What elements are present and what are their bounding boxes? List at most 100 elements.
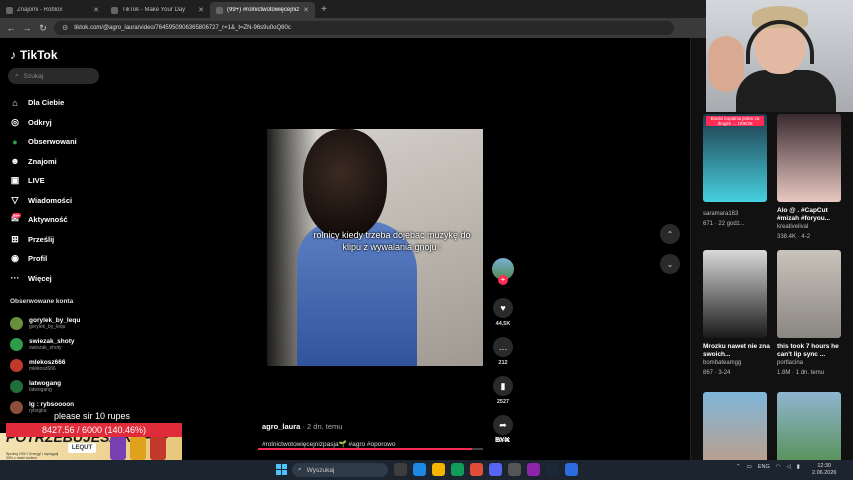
clock-time: 12:30	[817, 463, 832, 469]
recommended-video-title[interactable]: this took 7 hours he can't lip sync ...	[777, 343, 845, 359]
menu-item-more[interactable]: ··· Więcej	[10, 269, 77, 289]
recommended-video-thumbnail[interactable]	[703, 250, 767, 338]
tray-chevron-icon[interactable]: ⌃	[736, 464, 741, 470]
ad-code: LEQUT	[68, 443, 96, 453]
progress-fill	[258, 448, 472, 450]
recommended-video-user[interactable]: kreativelival	[777, 224, 808, 230]
back-arrow-icon[interactable]: ←	[6, 23, 16, 33]
clock-date: 2.06.2026	[812, 470, 837, 476]
save-button[interactable]: ▮ 2527	[493, 376, 513, 405]
comment-count: 212	[498, 360, 508, 366]
windows-start-icon[interactable]	[276, 464, 287, 475]
donation-message: please sir 10 rupes	[54, 411, 131, 421]
tab-roblox[interactable]: Znajomi - Roblox ✕	[0, 2, 105, 18]
tab-tiktok-video[interactable]: (99+) #rolnictwotowięcejniżpasj... ✕	[210, 2, 315, 18]
heart-icon: ♥	[493, 298, 513, 318]
tab-tiktok-home[interactable]: TikTok - Make Your Day ✕	[105, 2, 210, 18]
comment-button[interactable]: … 212	[493, 337, 513, 366]
video-hashtags[interactable]: #rolnictwotowięcejnizpasja🌱 #agro #oporo…	[262, 440, 492, 448]
taskbar-app-icon[interactable]	[546, 463, 559, 476]
taskbar-app-icon[interactable]	[565, 463, 578, 476]
new-tab-button[interactable]: +	[315, 4, 333, 15]
battery-icon[interactable]: ▮	[797, 464, 800, 470]
wifi-icon[interactable]: ◠	[776, 464, 781, 470]
clock[interactable]: 12:30 2.06.2026	[812, 463, 836, 477]
following-account[interactable]: mlekosz666 mlekosz666	[10, 355, 80, 376]
menu-item-upload[interactable]: ⊞ Prześlij	[10, 230, 77, 250]
video-player[interactable]: rolnicy kiedy trzeba dojebac muzykę do k…	[267, 129, 483, 366]
profile-icon: ◉	[11, 253, 19, 264]
recommended-video-user[interactable]: portlacina	[777, 360, 803, 366]
tiktok-logo[interactable]: ♪ TikTok	[10, 48, 58, 62]
recommended-video-thumbnail[interactable]	[777, 114, 841, 202]
volume-icon[interactable]: ◁	[787, 464, 791, 470]
recommended-video-title[interactable]: Mrozku nawet nie zna swoich...	[703, 343, 771, 359]
recommended-video-user[interactable]: saramara163	[703, 211, 738, 217]
taskbar-app-icon[interactable]	[432, 463, 445, 476]
recommended-video-thumbnail[interactable]: Biedni kopalnia jeden za drugim ... 1/06…	[703, 114, 767, 202]
taskbar-app-icon[interactable]	[413, 463, 426, 476]
close-tab-icon[interactable]: ✕	[303, 6, 309, 14]
menu-item-home[interactable]: ⌂ Dla Ciebie	[10, 93, 77, 113]
video-meta: agro_laura · 2 dn. temu #rolnictwotowięc…	[262, 422, 492, 448]
menu-item-profile[interactable]: ◉ Profil	[10, 249, 77, 269]
author-name[interactable]: agro_laura	[262, 422, 300, 431]
system-tray: ⌃ ▭ ENG ◠ ◁ ▮	[736, 464, 800, 470]
follow-plus-icon[interactable]: +	[498, 275, 508, 285]
taskbar-app-icon[interactable]	[394, 463, 407, 476]
taskbar-search-placeholder: Wyszukaj	[306, 466, 335, 474]
close-tab-icon[interactable]: ✕	[198, 6, 204, 14]
taskbar-app-icon[interactable]	[470, 463, 483, 476]
recommended-video-thumbnail[interactable]	[777, 250, 841, 338]
video-progress-bar[interactable]	[258, 448, 483, 450]
embed-label: BYX	[495, 437, 510, 444]
forward-arrow-icon[interactable]: →	[22, 23, 32, 33]
share-icon: ➦	[493, 415, 513, 435]
video-subject-head	[303, 129, 387, 239]
language-indicator[interactable]: ENG	[758, 464, 770, 470]
following-account[interactable]: latwogang latwogang	[10, 376, 80, 397]
taskbar-app-icon[interactable]	[527, 463, 540, 476]
recommended-video-user[interactable]: bombateamgg	[703, 360, 741, 366]
menu-item-messages[interactable]: ▽ Wiadomości	[10, 191, 77, 211]
author-avatar[interactable]: +	[492, 258, 514, 285]
close-tab-icon[interactable]: ✕	[93, 6, 99, 14]
ad-small-text: Sprobuj HOLY Energy! i wyciągnij 30% z m…	[6, 452, 59, 460]
account-text: mlekosz666 mlekosz666	[29, 359, 66, 372]
tab-title: TikTok - Make Your Day	[122, 7, 186, 13]
following-avatar-icon: ●	[12, 136, 18, 147]
search-placeholder: Szukaj	[23, 72, 44, 80]
menu-item-friends[interactable]: ☻ Znajomi	[10, 152, 77, 172]
cam-shirt	[736, 70, 836, 112]
search-input[interactable]: ⌕ Szukaj	[8, 68, 99, 84]
menu-item-following-avatar[interactable]: ● Obserwowani	[10, 132, 76, 152]
friends-icon: ☻	[10, 156, 20, 167]
site-info-icon[interactable]: ⚙	[62, 24, 68, 32]
reload-icon[interactable]: ↻	[38, 23, 48, 34]
menu-item-activity[interactable]: ✉ Aktywność 99+	[10, 210, 77, 230]
recommended-video-title[interactable]: Alo @ . #CapCut #mizah #foryou...	[777, 207, 845, 223]
like-button[interactable]: ♥ 44.5K	[493, 298, 513, 327]
taskbar-app-icon[interactable]	[451, 463, 464, 476]
address-bar[interactable]: ⚙ tiktok.com/@agro_laura/video/764595090…	[54, 21, 674, 35]
avatar	[10, 401, 23, 414]
taskbar-search[interactable]: ⌕ Wyszukaj	[292, 463, 388, 477]
video-caption-overlay: rolnicy kiedy trzeba dojebac muzykę do k…	[313, 230, 471, 252]
taskbar-app-icon[interactable]	[489, 463, 502, 476]
search-icon: ⌕	[298, 466, 302, 473]
tiktok-note-icon: ♪	[10, 48, 16, 62]
thumbnail-sticker: Biedni kopalnia jeden za drugim ... 1/06…	[706, 116, 764, 126]
account-name: latwogang	[29, 380, 62, 387]
avatar	[10, 359, 23, 372]
network-icon[interactable]: ▭	[747, 464, 752, 470]
following-account[interactable]: swiezak_shoty swiezak_shoty	[10, 334, 80, 355]
taskbar-app-icon[interactable]	[508, 463, 521, 476]
following-account[interactable]: gorylek_by_lequ gorylek_by_lequ	[10, 313, 80, 334]
menu-item-live[interactable]: ▣ LIVE	[10, 171, 77, 191]
menu-item-compass[interactable]: ◎ Odkryj	[10, 113, 77, 133]
next-video-button[interactable]: ⌄	[660, 254, 680, 274]
previous-video-button[interactable]: ⌃	[660, 224, 680, 244]
save-count: 2527	[496, 399, 510, 405]
video-age: 22 godz...	[718, 221, 745, 227]
account-handle: gorylek_by_lequ	[29, 324, 66, 330]
